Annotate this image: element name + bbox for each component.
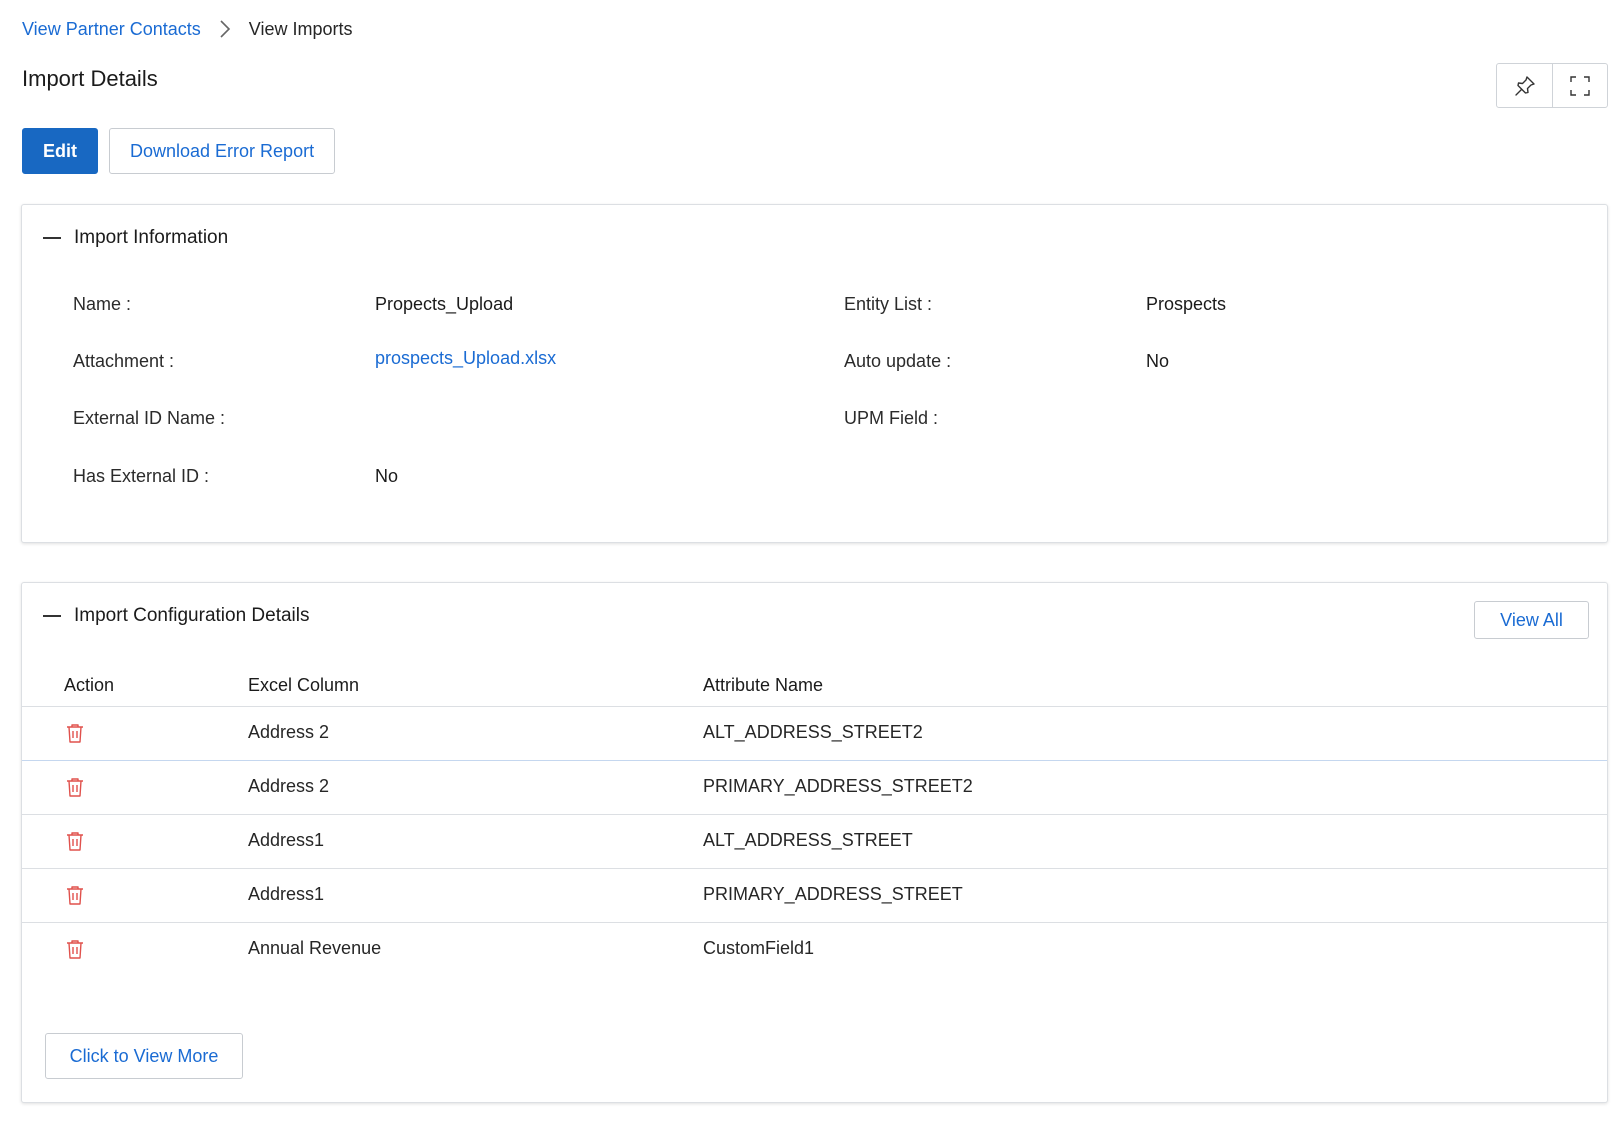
fullscreen-button[interactable]	[1552, 64, 1607, 107]
import-information-header: Import Information	[42, 227, 228, 249]
delete-icon[interactable]	[66, 885, 84, 910]
excel-column-cell: Annual Revenue	[248, 938, 382, 958]
page-title: Import Details	[22, 66, 158, 91]
delete-icon[interactable]	[66, 831, 84, 856]
chevron-right-icon	[219, 19, 231, 39]
column-header-excel-column[interactable]: Excel Column	[248, 675, 359, 696]
import-information-panel: Import Information Name : Propects_Uploa…	[21, 204, 1608, 543]
excel-column-cell: Address1	[248, 830, 325, 850]
column-header-action[interactable]: Action	[64, 675, 114, 696]
upm-field-label: UPM Field :	[844, 408, 939, 428]
has-external-id-label: Has External ID :	[73, 466, 210, 486]
name-value: Propects_Upload	[375, 294, 514, 314]
has-external-id-value: No	[375, 466, 399, 486]
attachment-link[interactable]: prospects_Upload.xlsx	[375, 348, 556, 369]
entity-list-value: Prospects	[1146, 294, 1227, 314]
auto-update-value: No	[1146, 351, 1170, 371]
attribute-name-cell: CustomField1	[703, 938, 815, 958]
breadcrumb-current: View Imports	[248, 18, 353, 39]
auto-update-label: Auto update :	[844, 351, 952, 371]
import-information-title: Import Information	[74, 227, 229, 248]
attribute-name-cell: PRIMARY_ADDRESS_STREET	[703, 884, 963, 904]
page-actions: Edit Download Error Report	[22, 128, 336, 174]
attachment-label: Attachment :	[73, 351, 175, 371]
table-header: Action Excel Column Attribute Name	[22, 665, 1607, 707]
table-row: Address1 PRIMARY_ADDRESS_STREET	[22, 869, 1607, 923]
view-more-button[interactable]: Click to View More	[45, 1033, 243, 1079]
table-row: Address 2 ALT_ADDRESS_STREET2	[22, 707, 1607, 761]
table-row: Annual Revenue CustomField1	[22, 923, 1607, 977]
import-configuration-panel: Import Configuration Details View All Ac…	[21, 582, 1608, 1103]
table-body: Address 2 ALT_ADDRESS_STREET2 Address 2 …	[22, 707, 1607, 977]
import-configuration-header: Import Configuration Details	[42, 605, 310, 627]
delete-icon[interactable]	[66, 777, 84, 802]
attribute-name-cell: ALT_ADDRESS_STREET	[703, 830, 913, 850]
breadcrumb-link-partner-contacts[interactable]: View Partner Contacts	[22, 19, 201, 40]
column-header-attribute-name[interactable]: Attribute Name	[703, 675, 823, 696]
pin-icon	[1514, 75, 1535, 96]
name-label: Name :	[73, 294, 132, 314]
import-configuration-title: Import Configuration Details	[74, 605, 310, 626]
excel-column-cell: Address1	[248, 884, 325, 904]
delete-icon[interactable]	[66, 939, 84, 964]
collapse-icon[interactable]	[42, 228, 62, 248]
view-all-button[interactable]: View All	[1474, 601, 1589, 639]
edit-button[interactable]: Edit	[22, 128, 98, 174]
view-toolbar	[1496, 63, 1608, 108]
delete-icon[interactable]	[66, 723, 84, 748]
entity-list-label: Entity List :	[844, 294, 933, 314]
attribute-name-cell: ALT_ADDRESS_STREET2	[703, 722, 923, 742]
attribute-name-cell: PRIMARY_ADDRESS_STREET2	[703, 776, 973, 796]
excel-column-cell: Address 2	[248, 776, 330, 796]
pin-button[interactable]	[1497, 64, 1552, 107]
download-error-report-button[interactable]: Download Error Report	[109, 128, 336, 174]
fullscreen-icon	[1570, 75, 1590, 96]
external-id-name-label: External ID Name :	[73, 408, 226, 428]
table-row: Address 2 PRIMARY_ADDRESS_STREET2	[22, 761, 1607, 815]
excel-column-cell: Address 2	[248, 722, 330, 742]
collapse-icon[interactable]	[42, 606, 62, 626]
table-row: Address1 ALT_ADDRESS_STREET	[22, 815, 1607, 869]
breadcrumb: View Partner Contacts View Imports	[22, 17, 352, 41]
